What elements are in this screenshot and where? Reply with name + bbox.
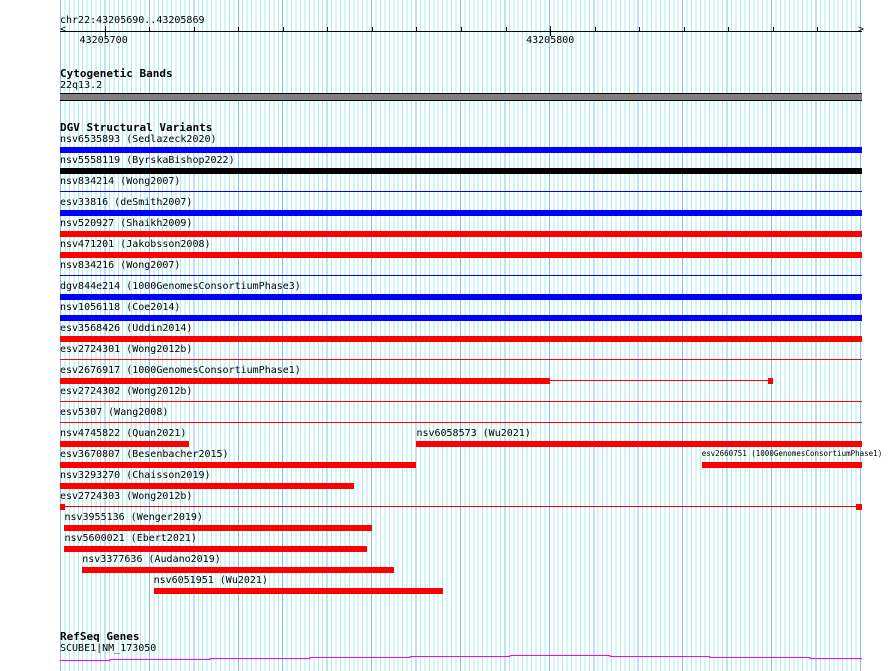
variant-bar[interactable] [60, 462, 417, 468]
feature-label[interactable]: nsv5600021 (Ebert2021) [64, 533, 196, 544]
variant-bar[interactable] [60, 483, 355, 489]
variant-line[interactable] [60, 191, 862, 192]
cytoband-bar[interactable] [60, 93, 862, 101]
ruler-tick [505, 27, 507, 32]
variant-bar[interactable] [701, 462, 862, 468]
ruler-tick [817, 27, 819, 32]
ruler-tick [238, 27, 240, 32]
ruler-tick [639, 27, 641, 32]
variant-line[interactable] [60, 401, 862, 402]
ruler-tick [193, 27, 195, 32]
ruler-tick [683, 27, 685, 32]
variant-line[interactable] [60, 359, 862, 360]
feature-label[interactable]: nsv6058573 (Wu2021) [416, 428, 530, 439]
gene-model[interactable] [60, 650, 862, 671]
feature-label[interactable]: esv2676917 (1000GenomesConsortiumPhase1) [60, 365, 301, 376]
variant-bar[interactable] [60, 231, 862, 237]
variant-bar[interactable] [82, 567, 395, 573]
feature-label[interactable]: nsv471201 (Jakobsson2008) [60, 239, 211, 250]
cytoband-label: 22q13.2 [60, 80, 103, 91]
feature-label[interactable]: nsv834216 (Wong2007) [60, 260, 180, 271]
feature-label[interactable]: dgv844e214 (1000GenomesConsortiumPhase3) [60, 281, 301, 292]
ruler-tick [282, 27, 284, 32]
variant-block[interactable] [60, 504, 65, 510]
variant-bar[interactable] [60, 441, 190, 447]
feature-label[interactable]: esv3568426 (Uddin2014) [60, 323, 192, 334]
refseq-track-title[interactable]: RefSeq Genes [60, 630, 139, 643]
feature-label[interactable]: esv33816 (deSmith2007) [60, 197, 192, 208]
feature-label[interactable]: nsv3293270 (Chaisson2019) [60, 470, 211, 481]
feature-label[interactable]: nsv3377636 (Audano2019) [82, 554, 220, 565]
feature-label[interactable]: nsv834214 (Wong2007) [60, 176, 180, 187]
scroll-right-arrow-icon[interactable]: > [858, 24, 864, 35]
ruler-tick [461, 27, 462, 32]
variant-bar[interactable] [416, 441, 862, 447]
variant-bar[interactable] [60, 147, 862, 153]
variant-bar[interactable] [60, 336, 862, 342]
ruler-label: 43205700 [79, 35, 128, 46]
variant-line[interactable] [60, 422, 862, 423]
ruler-label: 43205800 [526, 35, 575, 46]
variant-block[interactable] [60, 378, 551, 384]
ruler-tick [371, 27, 373, 32]
dgv-track-title[interactable]: DGV Structural Variants [60, 121, 212, 134]
feature-label[interactable]: esv2724301 (Wong2012b) [60, 344, 192, 355]
variant-line[interactable] [60, 506, 862, 507]
ruler[interactable]: < > [60, 24, 864, 42]
variant-bar[interactable] [60, 252, 862, 258]
feature-label[interactable]: esv2660751 (1000GenomesConsortiumPhase1) [702, 449, 883, 458]
feature-label[interactable]: nsv6051951 (Wu2021) [154, 575, 268, 586]
variant-line[interactable] [60, 275, 862, 276]
feature-label[interactable]: nsv520927 (Shaikh2009) [60, 218, 192, 229]
variant-block[interactable] [855, 504, 862, 510]
variant-bar[interactable] [64, 546, 368, 552]
ruler-tick [327, 27, 329, 32]
feature-label[interactable]: esv3670807 (Besenbacher2015) [60, 449, 229, 460]
feature-label[interactable]: nsv4745822 (Quan2021) [60, 428, 186, 439]
ruler-tick [728, 27, 730, 32]
variant-bar[interactable] [64, 525, 372, 531]
feature-label[interactable]: esv2724303 (Wong2012b) [60, 491, 192, 502]
cytoband-track-title[interactable]: Cytogenetic Bands [60, 67, 173, 80]
feature-label[interactable]: nsv1056118 (Coe2014) [60, 302, 180, 313]
ruler-tick [594, 27, 596, 32]
variant-bar[interactable] [60, 210, 862, 216]
feature-label[interactable]: esv5307 (Wang2008) [60, 407, 168, 418]
feature-label[interactable]: nsv3955136 (Wenger2019) [64, 512, 202, 523]
variant-bar[interactable] [60, 294, 862, 300]
location-label: chr22:43205690..43205869 [60, 15, 205, 26]
ruler-tick [416, 27, 418, 32]
variant-bar[interactable] [60, 168, 862, 174]
feature-label[interactable]: esv2724302 (Wong2012b) [60, 386, 192, 397]
variant-block[interactable] [768, 378, 774, 384]
feature-label[interactable]: nsv6535893 (Sedlazeck2020) [60, 134, 217, 145]
feature-label[interactable]: nsv5558119 (ByrskaBishop2022) [60, 155, 235, 166]
variant-bar[interactable] [153, 588, 444, 594]
variant-bar[interactable] [60, 315, 862, 321]
ruler-tick [149, 27, 151, 32]
scroll-left-arrow-icon[interactable]: < [60, 24, 66, 35]
gene-intron-line [60, 655, 862, 661]
ruler-tick [772, 27, 774, 32]
